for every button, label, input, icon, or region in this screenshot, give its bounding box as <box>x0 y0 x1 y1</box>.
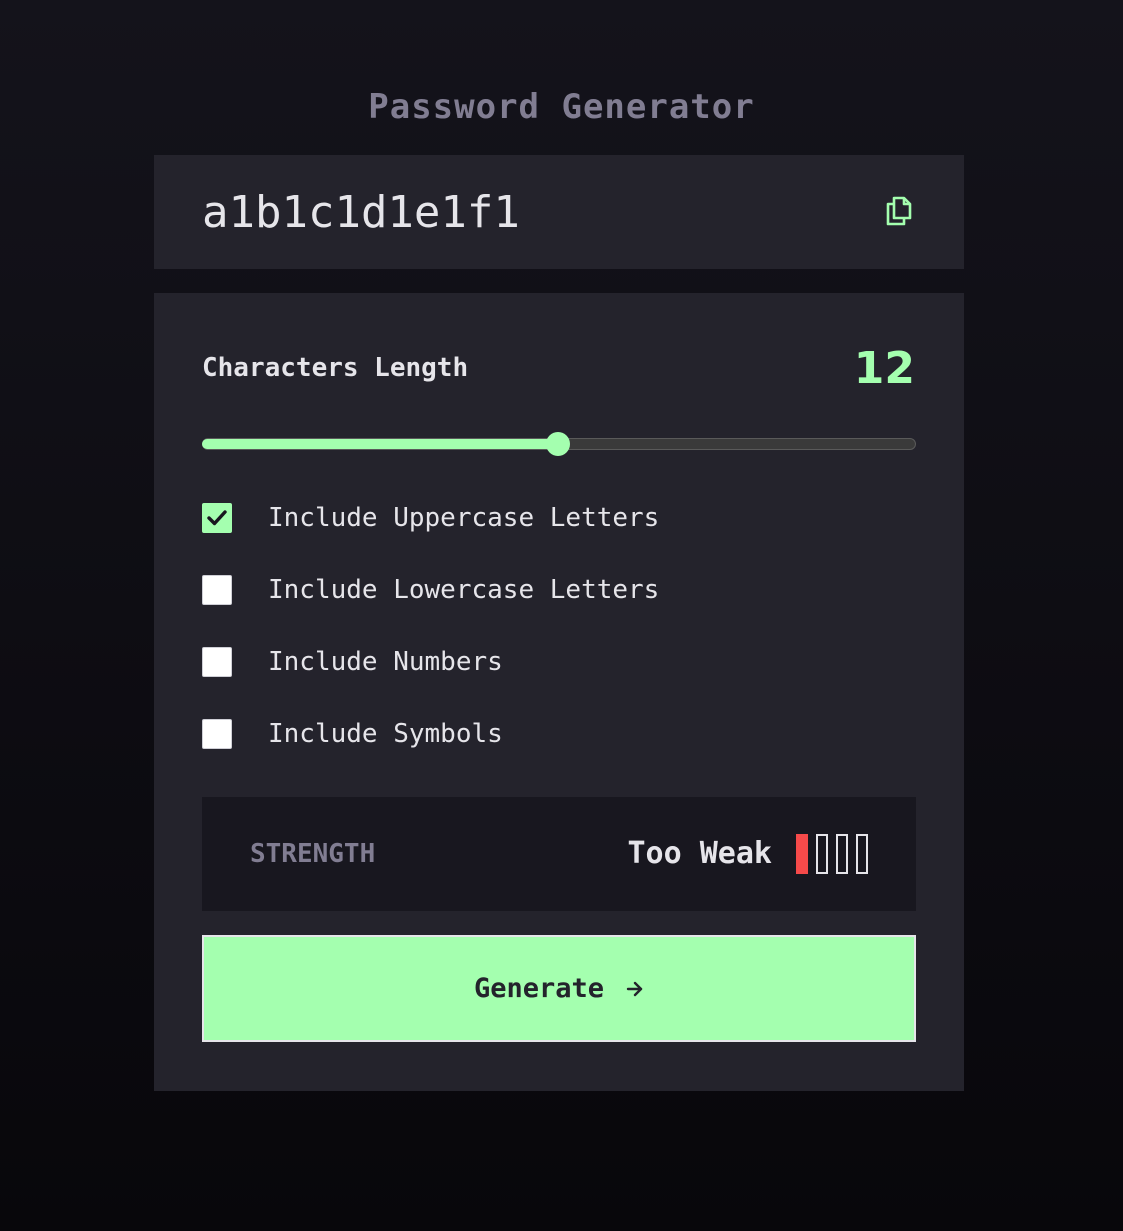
slider-fill <box>202 439 558 449</box>
uppercase-checkbox[interactable] <box>202 503 232 533</box>
generate-button[interactable]: Generate <box>202 935 916 1042</box>
check-icon <box>207 510 227 526</box>
length-label: Characters Length <box>202 353 469 383</box>
strength-meter: STRENGTH Too Weak <box>202 797 916 911</box>
strength-value: Too Weak <box>627 836 773 871</box>
numbers-checkbox[interactable] <box>202 647 232 677</box>
strength-bar <box>856 834 868 874</box>
strength-label: STRENGTH <box>250 839 376 869</box>
strength-bars <box>796 834 868 874</box>
arrow-right-icon <box>626 981 643 996</box>
page-title: Password Generator <box>368 87 755 127</box>
slider-thumb[interactable] <box>546 432 570 456</box>
copy-button[interactable] <box>885 195 917 229</box>
copy-icon <box>886 196 912 226</box>
generator-panel: Characters Length 12 Include Uppercase L… <box>154 293 964 1091</box>
lowercase-checkbox[interactable] <box>202 575 232 605</box>
option-symbols[interactable]: Include Symbols <box>202 718 503 750</box>
option-lowercase[interactable]: Include Lowercase Letters <box>202 574 659 606</box>
length-slider[interactable] <box>202 432 916 456</box>
password-text: a1b1c1d1e1f1 <box>202 187 520 238</box>
generate-label: Generate <box>473 972 605 1004</box>
strength-bar <box>796 834 808 874</box>
option-label: Include Numbers <box>268 647 503 677</box>
option-numbers[interactable]: Include Numbers <box>202 646 503 678</box>
option-uppercase[interactable]: Include Uppercase Letters <box>202 502 659 534</box>
option-label: Include Uppercase Letters <box>268 503 660 533</box>
strength-bar <box>836 834 848 874</box>
password-display: a1b1c1d1e1f1 <box>154 155 964 269</box>
length-value: 12 <box>853 343 915 394</box>
symbols-checkbox[interactable] <box>202 719 232 749</box>
option-label: Include Lowercase Letters <box>268 575 660 605</box>
option-label: Include Symbols <box>268 719 503 749</box>
strength-bar <box>816 834 828 874</box>
